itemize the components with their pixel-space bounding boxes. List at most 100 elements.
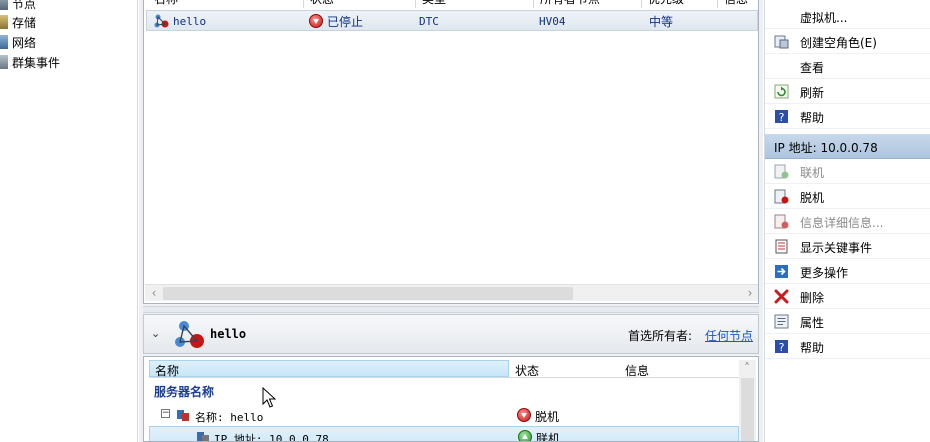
table-row[interactable]: − 名称: hello 脱机 (149, 405, 739, 426)
ip-address-icon (197, 432, 209, 441)
action-more-actions[interactable]: 更多操作 (765, 259, 930, 284)
column-header-priority[interactable]: 优先级 (642, 0, 718, 8)
row-priority: 中等 (649, 14, 674, 29)
collapse-icon[interactable]: − (161, 409, 170, 418)
scrollbar-thumb[interactable] (163, 287, 573, 300)
online-status-icon (518, 430, 532, 441)
ip-address-section-header[interactable]: IP 地址: 10.0.0.78 (765, 134, 930, 159)
column-header-type[interactable]: 类型 (416, 0, 534, 8)
center-pane: 名称 状态 类型 所有者节点 优先级 信息 hello 已停止 DTC (139, 0, 763, 442)
action-info-details[interactable]: 信息详细信息... (765, 209, 930, 234)
column-header-name[interactable] (149, 360, 509, 377)
nav-item-cluster-events[interactable]: 群集事件 (0, 52, 60, 72)
column-header-name[interactable]: 名称 (148, 0, 304, 8)
vertical-scrollbar[interactable]: ˄ (739, 360, 756, 441)
action-label: 帮助 (800, 341, 825, 355)
column-header-status[interactable]: 状态 (304, 0, 416, 8)
create-empty-role-icon (774, 34, 789, 49)
network-icon (0, 35, 8, 49)
action-label: 查看 (800, 61, 825, 75)
more-actions-icon (774, 264, 789, 279)
action-label: 属性 (800, 316, 825, 330)
column-header-status[interactable]: 状态 (515, 362, 539, 379)
table-row[interactable]: IP 地址: 10.0.0.78 联机 (149, 426, 739, 442)
action-bring-online[interactable]: 联机 (765, 159, 930, 184)
action-label: 虚拟机... (800, 11, 848, 25)
action-take-offline[interactable]: 脱机 (765, 184, 930, 209)
refresh-icon (774, 84, 789, 99)
nav-item-label: 网络 (12, 35, 37, 50)
resource-name: 名称: hello (195, 411, 264, 424)
svg-text:?: ? (779, 111, 785, 124)
action-delete[interactable]: 删除 (765, 284, 930, 309)
info-details-icon (774, 214, 789, 229)
nav-item-network[interactable]: 网络 (0, 32, 36, 52)
column-header-info[interactable]: 信息 (625, 362, 649, 379)
action-label: 删除 (800, 291, 825, 305)
action-virtual-machine[interactable]: 虚拟机... (765, 4, 930, 29)
resource-status: 脱机 (535, 410, 560, 424)
nav-item-label: 存储 (12, 15, 37, 30)
section-title: IP 地址: 10.0.0.78 (774, 141, 878, 155)
resources-grid: 名称 状态 信息 ˄ 服务器名称 − 名称: hello 脱机 IP 地址: 1… (143, 356, 759, 442)
storage-icon (0, 15, 8, 29)
group-label: 服务器名称 (154, 385, 215, 399)
action-create-empty-role[interactable]: 创建空角色(E) (765, 29, 930, 54)
pane-splitter[interactable] (143, 306, 759, 313)
column-header-info[interactable]: 信息 (718, 0, 758, 8)
nav-item-storage[interactable]: 存储 (0, 12, 36, 32)
roles-grid: 名称 状态 类型 所有者节点 优先级 信息 hello 已停止 DTC (143, 0, 759, 304)
nav-item-label: 群集事件 (12, 55, 61, 70)
actions-pane: 虚拟机... 创建空角色(E) 查看 刷新 ? 帮助 IP 地址: 10.0.0… (764, 0, 930, 442)
help-icon: ? (774, 109, 789, 124)
action-help[interactable]: ? 帮助 (765, 104, 930, 129)
properties-icon (774, 314, 789, 329)
bring-online-icon (774, 164, 789, 179)
critical-events-icon (774, 239, 789, 254)
collapse-chevron-icon[interactable]: ⌄ (151, 327, 160, 340)
action-label: 联机 (800, 166, 825, 180)
row-status: 已停止 (327, 14, 364, 29)
svg-text:?: ? (779, 341, 785, 354)
role-large-icon (175, 321, 204, 348)
resources-grid-header: 名称 状态 信息 (149, 360, 739, 378)
stopped-status-icon (309, 14, 323, 28)
action-label: 创建空角色(E) (800, 36, 877, 50)
node-icon (0, 0, 8, 10)
cluster-events-icon (0, 55, 8, 69)
row-name: hello (173, 14, 207, 28)
scroll-up-icon[interactable]: ˄ (740, 361, 754, 375)
column-header-name-label: 名称 (155, 364, 180, 378)
nav-item-label: 节点 (12, 0, 37, 11)
table-row[interactable]: hello 已停止 DTC HV04 中等 (146, 10, 758, 31)
network-name-icon (177, 410, 189, 421)
row-type: DTC (419, 14, 439, 28)
action-label: 信息详细信息... (800, 216, 884, 230)
scrollbar-thumb[interactable] (741, 378, 754, 441)
mouse-cursor-icon (262, 387, 276, 408)
action-label: 更多操作 (800, 266, 849, 280)
delete-icon (774, 289, 789, 304)
left-navigation-pane: 节点 存储 网络 群集事件 (0, 0, 138, 442)
action-label: 帮助 (800, 111, 825, 125)
action-label: 脱机 (800, 191, 825, 205)
column-header-owner-node[interactable]: 所有者节点 (534, 0, 642, 8)
action-label: 显示关键事件 (800, 241, 873, 255)
action-refresh[interactable]: 刷新 (765, 79, 930, 104)
offline-status-icon (517, 408, 531, 422)
resource-name: IP 地址: 10.0.0.78 (214, 433, 329, 442)
scroll-left-icon[interactable]: ‹ (147, 286, 161, 300)
take-offline-icon (774, 189, 789, 204)
action-properties[interactable]: 属性 (765, 309, 930, 334)
horizontal-scrollbar[interactable]: ‹ › (145, 284, 758, 301)
action-help-section[interactable]: ? 帮助 (765, 334, 930, 359)
row-owner-node: HV04 (539, 14, 566, 28)
action-view[interactable]: 查看 (765, 54, 930, 79)
action-show-critical-events[interactable]: 显示关键事件 (765, 234, 930, 259)
resource-status: 联机 (536, 432, 561, 442)
preferred-owner-label: 首选所有者: (628, 329, 693, 343)
preferred-owner-link[interactable]: 任何节点 (705, 327, 753, 344)
detail-title: hello (210, 327, 247, 341)
scroll-right-icon[interactable]: › (743, 286, 757, 300)
help-icon: ? (774, 339, 789, 354)
